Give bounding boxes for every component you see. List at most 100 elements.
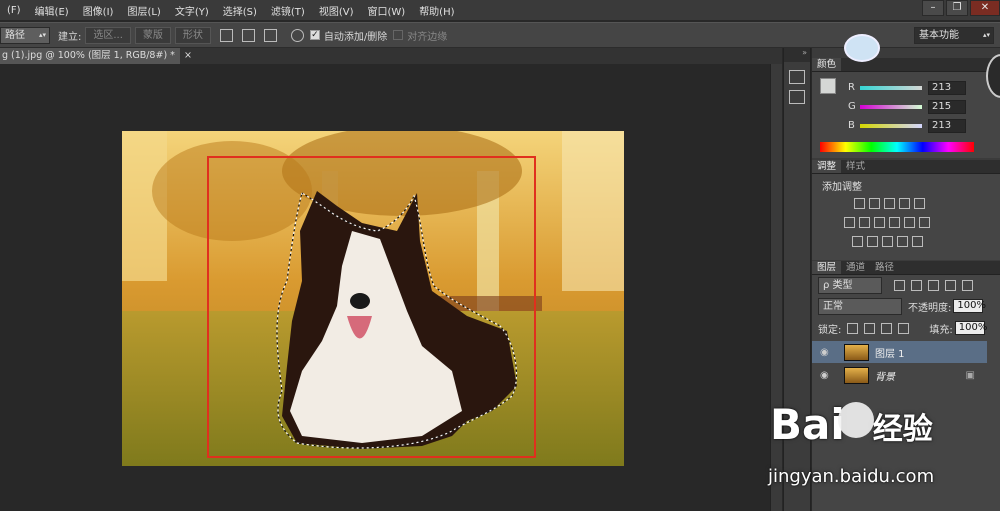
make-shape-button[interactable]: 形状 (174, 26, 211, 44)
black-white-icon[interactable] (874, 217, 885, 228)
red-slider-row: R 213 (812, 78, 1000, 97)
color-panel-tabs: 颜色 (812, 58, 1000, 72)
invert-icon[interactable] (852, 236, 863, 247)
document-tab-title: g (1).jpg @ 100% (图层 1, RGB/8#) * (2, 50, 175, 61)
blend-mode-value: 正常 (823, 300, 843, 312)
tool-mode-value: 路径 (5, 29, 25, 41)
red-slider[interactable] (860, 85, 922, 90)
selective-color-icon[interactable] (897, 236, 908, 247)
green-label: G (848, 101, 856, 112)
path-operations-icon[interactable] (219, 28, 233, 42)
document-tab-bar: g (1).jpg @ 100% (图层 1, RGB/8#) * × (0, 48, 782, 64)
restore-button[interactable]: ❐ (946, 0, 968, 16)
color-panel: 颜色 R 213 G 215 B 213 (812, 58, 1000, 158)
smart-filter-icon[interactable] (962, 279, 973, 291)
helper-bubble-icon[interactable] (844, 34, 880, 62)
auto-add-delete-checkbox[interactable]: ✓ (309, 30, 320, 40)
lock-all-icon[interactable] (898, 322, 910, 334)
make-label: 建立: (58, 31, 82, 43)
color-lookup-icon[interactable] (919, 217, 930, 228)
dock-collapse-icon[interactable]: » (784, 48, 810, 62)
layers-panel-tabs: 图层 通道 路径 (812, 261, 1000, 275)
pixel-filter-icon[interactable] (894, 279, 905, 291)
menu-layer[interactable]: 图层(L) (120, 3, 167, 18)
eye-icon[interactable]: ◉ (820, 347, 834, 358)
auto-add-delete-label: 自动添加/删除 (323, 31, 388, 43)
threshold-icon[interactable] (882, 236, 893, 247)
menu-file[interactable]: (F) (0, 5, 28, 16)
blend-row: 正常 不透明度: 100% (812, 295, 1000, 317)
type-filter-icon[interactable] (928, 279, 939, 291)
tab-layers[interactable]: 图层 (812, 261, 842, 274)
lock-image-icon[interactable] (864, 322, 876, 334)
menu-help[interactable]: 帮助(H) (412, 3, 461, 18)
align-edges-checkbox[interactable] (393, 30, 404, 40)
levels-icon[interactable] (869, 198, 880, 209)
menu-select[interactable]: 选择(S) (216, 3, 264, 18)
layer-row-background[interactable]: ◉ 背景 ▣ (812, 364, 987, 386)
opacity-field[interactable]: 100% (953, 299, 986, 313)
tab-adjustments[interactable]: 调整 (812, 160, 842, 173)
menu-image[interactable]: 图像(I) (76, 3, 121, 18)
gear-icon[interactable] (290, 28, 304, 42)
tool-mode-select[interactable]: 路径 ▴▾ (0, 26, 50, 44)
exposure-icon[interactable] (899, 198, 910, 209)
brightness-icon[interactable] (854, 198, 865, 209)
properties-icon[interactable] (789, 90, 805, 104)
make-mask-button[interactable]: 蒙版 (134, 26, 171, 44)
menu-view[interactable]: 视图(V) (312, 3, 361, 18)
layer-name: 背景 (875, 371, 895, 383)
blue-value-field[interactable]: 213 (928, 118, 966, 133)
color-ramp[interactable] (820, 142, 974, 152)
adjustments-panel: 调整 样式 添加调整 (812, 160, 1000, 260)
path-arrangement-icon[interactable] (263, 28, 277, 42)
curves-icon[interactable] (884, 198, 895, 209)
channel-mixer-icon[interactable] (904, 217, 915, 228)
color-balance-icon[interactable] (859, 217, 870, 228)
close-icon[interactable]: × (184, 50, 192, 61)
lock-label: 锁定: (818, 324, 842, 336)
photo-filter-icon[interactable] (889, 217, 900, 228)
posterize-icon[interactable] (867, 236, 878, 247)
fill-field[interactable]: 100% (954, 321, 987, 335)
menu-type[interactable]: 文字(Y) (168, 3, 216, 18)
blue-slider[interactable] (860, 123, 922, 128)
red-value-field[interactable]: 213 (928, 80, 966, 95)
gradient-map-icon[interactable] (912, 236, 923, 247)
hue-saturation-icon[interactable] (844, 217, 855, 228)
shape-filter-icon[interactable] (945, 279, 956, 291)
layer-filter-value: ρ 类型 (823, 279, 853, 291)
workspace-select[interactable]: 基本功能 ▴▾ (914, 26, 994, 44)
workspace-value: 基本功能 (919, 29, 959, 41)
adjustments-panel-tabs: 调整 样式 (812, 160, 1000, 174)
green-value-field[interactable]: 215 (928, 99, 966, 114)
blend-mode-select[interactable]: 正常 (818, 297, 902, 315)
menu-edit[interactable]: 编辑(E) (28, 3, 76, 18)
lock-icons (847, 322, 910, 334)
vibrance-icon[interactable] (914, 198, 925, 209)
make-selection-button[interactable]: 选区... (85, 26, 131, 44)
close-window-button[interactable]: ✕ (970, 0, 1000, 16)
green-slider[interactable] (860, 104, 922, 109)
lock-position-icon[interactable] (881, 322, 893, 334)
adjustment-filter-icon[interactable] (911, 279, 922, 291)
layer-thumbnail (844, 366, 869, 384)
eye-icon[interactable]: ◉ (820, 370, 834, 381)
fill-label: 填充: (929, 324, 953, 336)
add-adjustment-label: 添加调整 (822, 182, 862, 193)
layer-row-selected[interactable]: ◉ 图层 1 (812, 341, 987, 363)
minimize-button[interactable]: – (922, 0, 944, 16)
path-alignment-icon[interactable] (241, 28, 255, 42)
tab-paths[interactable]: 路径 (870, 261, 899, 274)
adjustment-icons-row-2 (844, 217, 1000, 228)
lock-transparent-icon[interactable] (847, 322, 859, 334)
menu-filter[interactable]: 滤镜(T) (264, 3, 312, 18)
history-icon[interactable] (789, 70, 805, 84)
tab-styles[interactable]: 样式 (841, 160, 870, 173)
layer-filter-select[interactable]: ρ 类型 (818, 276, 882, 294)
document-image[interactable] (122, 131, 624, 466)
tab-color[interactable]: 颜色 (812, 58, 842, 71)
document-tab[interactable]: g (1).jpg @ 100% (图层 1, RGB/8#) * × (0, 48, 192, 64)
menu-window[interactable]: 窗口(W) (360, 3, 412, 18)
tab-channels[interactable]: 通道 (841, 261, 870, 274)
